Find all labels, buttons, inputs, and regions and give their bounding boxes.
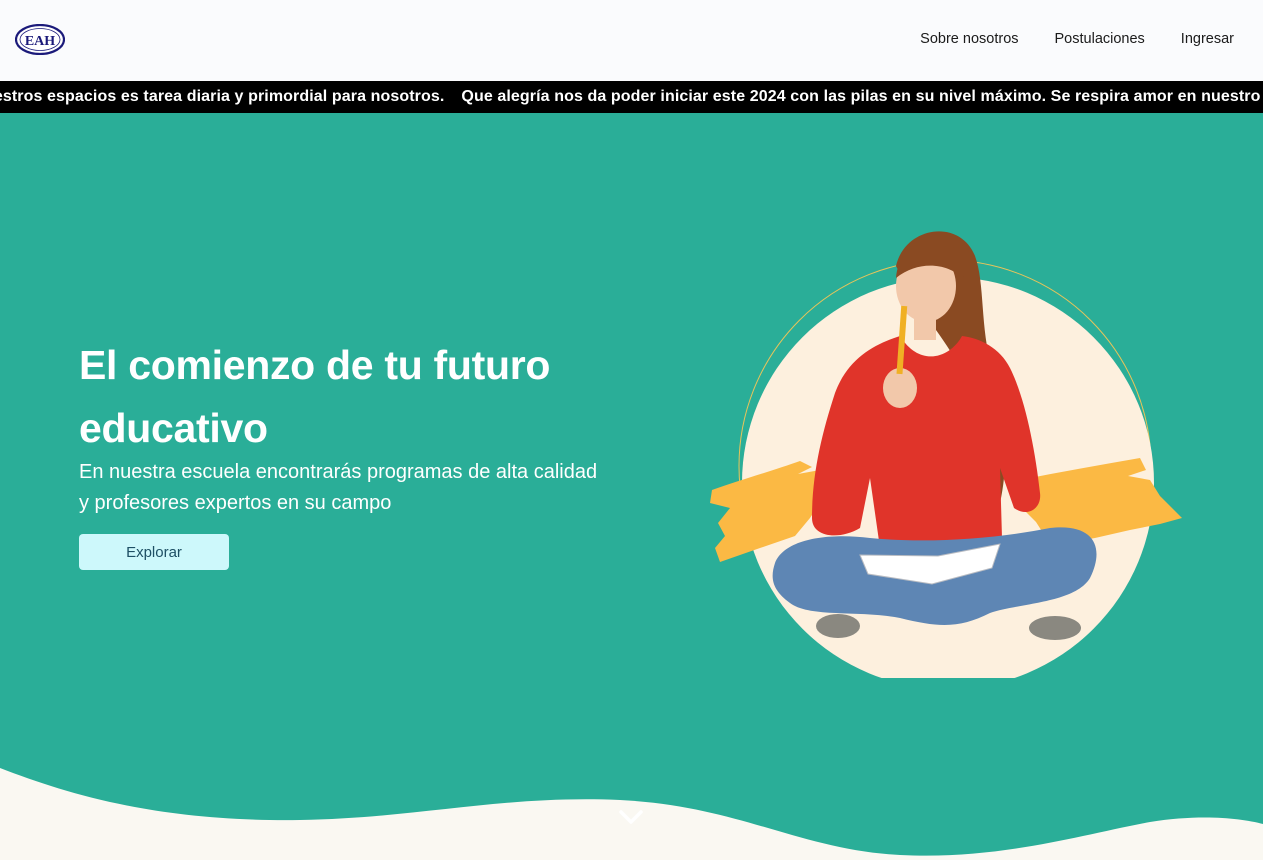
main-nav: Sobre nosotros Postulaciones Ingresar — [920, 31, 1234, 47]
nav-postulaciones[interactable]: Postulaciones — [1055, 31, 1145, 47]
student-illustration — [710, 231, 1182, 678]
ticker-item: Que alegría nos da poder iniciar este 20… — [461, 88, 1263, 105]
school-logo[interactable]: EAH — [15, 24, 65, 55]
ticker-track: uestros espacios es tarea diaria y primo… — [0, 88, 1263, 106]
neck — [914, 318, 936, 340]
hero-title: El comienzo de tu futuro educativo — [79, 342, 551, 451]
left-shoe — [816, 614, 860, 638]
hand — [883, 368, 917, 408]
bottom-wave — [0, 768, 1263, 860]
chevron-down-icon[interactable] — [617, 809, 645, 825]
news-ticker: uestros espacios es tarea diaria y primo… — [0, 81, 1263, 113]
explore-button[interactable]: Explorar — [79, 534, 229, 570]
site-header: EAH Sobre nosotros Postulaciones Ingresa… — [0, 0, 1263, 81]
right-shoe — [1029, 616, 1081, 640]
hero-subtitle: En nuestra escuela encontrarás programas… — [79, 461, 598, 514]
logo-text: EAH — [25, 34, 55, 49]
nav-sobre-nosotros[interactable]: Sobre nosotros — [920, 31, 1018, 47]
nav-ingresar[interactable]: Ingresar — [1181, 31, 1234, 47]
ticker-item: uestros espacios es tarea diaria y primo… — [0, 88, 445, 105]
hero-section: El comienzo de tu futuro educativo En nu… — [0, 113, 1263, 860]
